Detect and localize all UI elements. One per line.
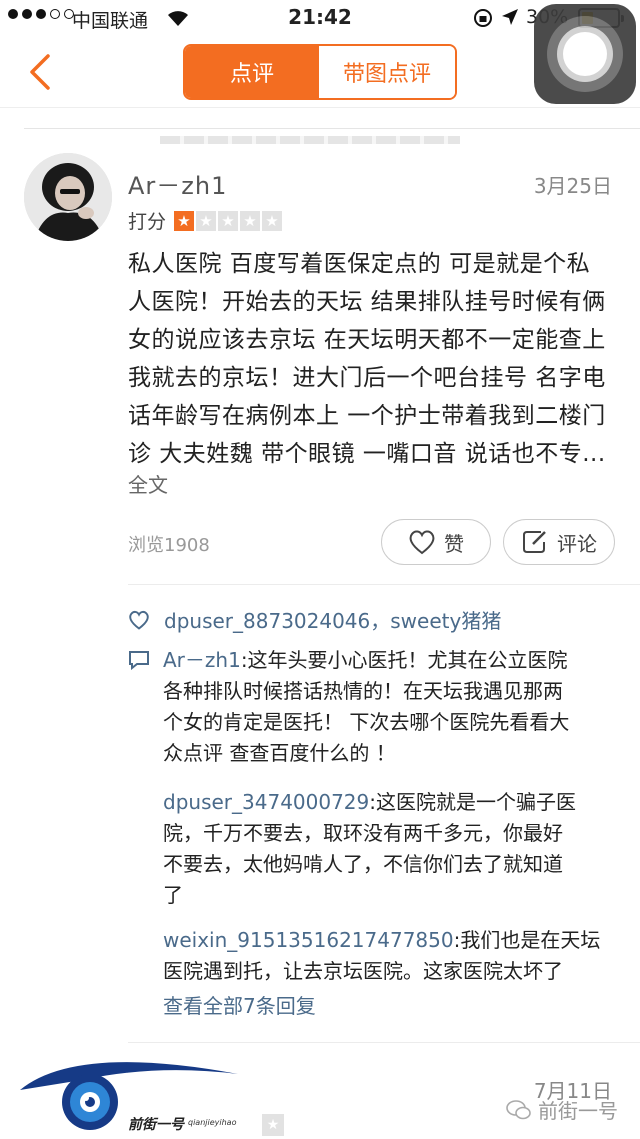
view-all-replies-link[interactable]: 查看全部7条回复 (163, 990, 316, 1019)
qianjie-logo: 前街一号 qianjieyihao (16, 1040, 246, 1139)
rotation-lock-icon (474, 9, 492, 27)
comment-text: :我们也是在天坛 (453, 928, 601, 952)
location-arrow-icon (502, 9, 518, 25)
star-icon: ★ (240, 210, 261, 231)
assistive-touch-button[interactable] (534, 4, 636, 104)
edit-comment-icon (523, 531, 546, 553)
review-line: 话年龄写在病例本上 一个护士带着我到二楼门 (128, 403, 606, 429)
star-icon: ★ (196, 210, 217, 231)
comment-author[interactable]: dpuser_3474000729 (163, 790, 369, 814)
comment-author[interactable]: weixin_91513516217477850 (163, 928, 454, 952)
comment-text: 医院遇到托，让去京坛医院。这家医院太坏了 (163, 959, 563, 983)
heart-icon (409, 530, 435, 555)
liked-by-users[interactable]: dpuser_8873024046，sweety猪猪 (164, 605, 501, 634)
comment-bubble-icon (129, 651, 149, 670)
review-line: 诊 大夫姓魏 带个眼镜 一嘴口音 说话也不专... (128, 441, 606, 467)
comment-text: 众点评 查查百度什么的 ！ (163, 741, 396, 765)
logo-subtext: qianjieyihao (188, 1118, 237, 1127)
tab-review[interactable]: 点评 (185, 46, 319, 98)
star-icon: ★ (218, 210, 239, 231)
star-icon: ★ (174, 210, 195, 231)
logo-text: 前街一号 (128, 1117, 184, 1133)
review-line: 人医院！开始去的天坛 结果排队挂号时候有俩 (128, 289, 606, 315)
comment-text: 个女的肯定是医托！ 下次去哪个医院先看看大 (163, 710, 570, 734)
wechat-account-name: 前街一号 (538, 1099, 618, 1123)
comment-text: 了 (163, 883, 183, 907)
full-text-link[interactable]: 全文 (128, 469, 168, 498)
scrolled-content-edge (160, 136, 460, 144)
tab-photo-review[interactable]: 带图点评 (319, 46, 455, 98)
comment-text: 各种排队时候搭话热情的！在天坛我遇见那两 (163, 679, 563, 703)
comment-item[interactable]: dpuser_3474000729:这医院就是一个骗子医 院，千万不要去，取环没… (163, 787, 623, 911)
review-username[interactable]: Ar－zh1 (128, 166, 227, 201)
review-line: 我就去的京坛！进大门后一个吧台挂号 名字电 (128, 365, 606, 391)
comment-author[interactable]: Ar－zh1 (163, 648, 241, 672)
comment-label: 评论 (557, 531, 597, 556)
review-body[interactable]: 私人医院 百度写着医保定点的 可是就是个私 人医院！开始去的天坛 结果排队挂号时… (128, 245, 618, 473)
star-icon: ★ (262, 210, 283, 231)
view-count: 浏览1908 (128, 535, 210, 556)
star-rating: ★ (262, 1114, 284, 1136)
star-icon: ★ (262, 1114, 284, 1136)
comment-text: :这年头要小心医托！尤其在公立医院 (240, 648, 568, 672)
comment-item[interactable]: Ar－zh1:这年头要小心医托！尤其在公立医院 各种排队时候搭话热情的！在天坛我… (163, 645, 623, 769)
rating-label: 打分 (128, 211, 167, 233)
comment-text: 不要去，太他妈啃人了，不信你们去了就知道 (163, 852, 563, 876)
review-line: 私人医院 百度写着医保定点的 可是就是个私 (128, 251, 591, 277)
back-chevron-icon[interactable] (22, 52, 58, 92)
wechat-icon (506, 1099, 531, 1119)
comment-item[interactable]: weixin_91513516217477850:我们也是在天坛 医院遇到托，让… (163, 925, 623, 987)
comment-button[interactable]: 评论 (503, 519, 615, 565)
wechat-watermark: 前街一号 (506, 1095, 618, 1124)
review-line: 女的说应该去京坛 在天坛明天都不一定能查上 (128, 327, 606, 353)
heart-icon (129, 610, 149, 630)
avatar[interactable] (24, 153, 112, 241)
like-button[interactable]: 赞 (381, 519, 491, 565)
star-rating: ★ ★ ★ ★ ★ (174, 210, 283, 231)
comment-text: 院，千万不要去，取环没有两千多元，你最好 (163, 821, 563, 845)
review-type-switch: 点评 带图点评 (183, 44, 457, 100)
review-date: 3月25日 (533, 174, 612, 198)
divider (24, 128, 640, 129)
comment-text: :这医院就是一个骗子医 (369, 790, 577, 814)
liked-by-row: dpuser_8873024046，sweety猪猪 (128, 605, 501, 634)
like-label: 赞 (444, 531, 464, 556)
rating: 打分 ★ ★ ★ ★ ★ (128, 207, 283, 234)
divider (128, 584, 640, 585)
